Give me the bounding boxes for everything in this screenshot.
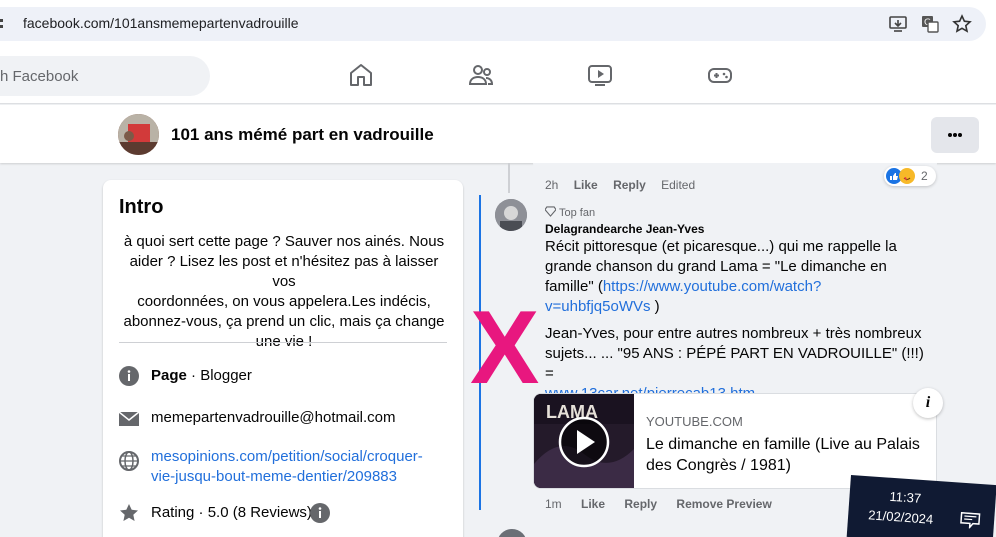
email-text[interactable]: memepartenvadrouille@hotmail.com bbox=[151, 409, 396, 426]
youtube-link[interactable]: v=uhbfjq5oWVs bbox=[545, 298, 650, 315]
comment-line: sujets... ... "95 ANS : PÉPÉ PART EN VAD… bbox=[545, 345, 924, 382]
bio-line: coordonnées, on vous appelera.Les indéci… bbox=[137, 293, 431, 310]
remove-preview-button[interactable]: Remove Preview bbox=[676, 497, 771, 511]
translate-icon[interactable]: G bbox=[920, 14, 940, 34]
diamond-icon bbox=[544, 206, 557, 217]
previous-comment-bubble bbox=[533, 163, 937, 177]
page-title[interactable]: 101 ans mémé part en vadrouille bbox=[171, 125, 434, 145]
intro-divider bbox=[119, 342, 447, 343]
care-reaction-icon bbox=[899, 168, 915, 184]
bio-line: aider ? Lisez les post et n'hésitez pas … bbox=[129, 253, 439, 290]
page-avatar[interactable] bbox=[118, 114, 159, 155]
site-settings-icon[interactable] bbox=[0, 17, 10, 31]
comment-line: Jean-Yves, pour entre autres nombreux + … bbox=[545, 325, 922, 342]
comment-text-paragraph-2: Jean-Yves, pour entre autres nombreux + … bbox=[545, 324, 930, 404]
youtube-link[interactable]: https://www.youtube.com/watch? bbox=[603, 278, 821, 295]
intro-title: Intro bbox=[119, 196, 164, 218]
rating-text: Rating · 5.0 (8 Reviews) bbox=[151, 504, 312, 521]
clock-date: 21/02/2024 bbox=[867, 507, 934, 527]
rating-info-icon[interactable] bbox=[310, 503, 330, 523]
preview-info-button[interactable]: i bbox=[913, 388, 943, 418]
comment-line: famille" ( bbox=[545, 278, 603, 295]
watch-icon[interactable] bbox=[587, 62, 613, 88]
clock-time: 11:37 bbox=[889, 488, 922, 506]
website-link-line: mesopinions.com/petition/social/croquer- bbox=[151, 448, 423, 465]
reply-connector-line bbox=[508, 163, 510, 193]
taskbar-clock[interactable]: 11:37 21/02/2024 bbox=[846, 475, 996, 537]
email-icon bbox=[119, 411, 139, 426]
comment-time[interactable]: 2h bbox=[545, 178, 558, 192]
intro-bio: à quoi sert cette page ? Sauver nos ainé… bbox=[119, 232, 449, 352]
info-icon bbox=[119, 366, 139, 386]
browser-toolbar: facebook.com/101ansmemepartenvadrouille … bbox=[0, 0, 996, 50]
preview-domain: YOUTUBE.COM bbox=[646, 414, 743, 429]
top-fan-badge: Top fan bbox=[544, 206, 596, 219]
facebook-top-nav: h Facebook bbox=[0, 50, 996, 104]
reaction-count: 2 bbox=[921, 169, 928, 183]
friends-icon[interactable] bbox=[468, 62, 494, 88]
bio-line: à quoi sert cette page ? Sauver nos ainé… bbox=[123, 233, 445, 250]
link-preview-card[interactable]: LAMA YOUTUBE.COM Le dimanche en famille … bbox=[533, 393, 937, 489]
category-value: · Blogger bbox=[186, 367, 252, 384]
comment-author[interactable]: Delagrandearche Jean-Yves bbox=[545, 222, 704, 236]
category-page-label: Page bbox=[151, 367, 187, 384]
edited-label: Edited bbox=[661, 178, 696, 192]
comment-line: grande chanson du grand Lama = "Le diman… bbox=[545, 258, 887, 275]
search-placeholder: h Facebook bbox=[0, 68, 79, 85]
comment-line: Récit pittoresque (et picaresque...) qui… bbox=[545, 238, 897, 255]
comment-time[interactable]: 1m bbox=[545, 497, 562, 511]
previous-comment-actions: 2h Like Reply Edited bbox=[545, 178, 695, 192]
install-app-icon[interactable] bbox=[888, 14, 908, 34]
like-button[interactable]: Like bbox=[574, 178, 598, 192]
bio-line: abonnez-vous, ça prend un clic, mais ça … bbox=[123, 313, 445, 330]
video-thumbnail[interactable]: LAMA bbox=[534, 394, 634, 488]
reaction-summary[interactable]: 2 bbox=[884, 166, 936, 186]
comment-bubble: Top fan Delagrandearche Jean-Yves Récit … bbox=[533, 197, 937, 402]
star-icon bbox=[120, 504, 138, 521]
top-fan-label: Top fan bbox=[559, 207, 596, 219]
more-dots-icon bbox=[948, 133, 962, 137]
comment-text-paragraph-1: Récit pittoresque (et picaresque...) qui… bbox=[545, 237, 930, 317]
commenter-avatar[interactable] bbox=[495, 199, 527, 231]
website-link-line: vie-jusqu-bout-meme-dentier/209883 bbox=[151, 468, 397, 485]
website-link[interactable]: mesopinions.com/petition/social/croquer-… bbox=[151, 447, 423, 487]
comment-actions: 1m Like Reply Remove Preview bbox=[545, 497, 772, 511]
globe-icon bbox=[119, 451, 139, 471]
intro-card: Intro à quoi sert cette page ? Sauver no… bbox=[103, 180, 463, 537]
reply-button[interactable]: Reply bbox=[624, 497, 657, 511]
next-commenter-avatar[interactable] bbox=[497, 529, 527, 537]
home-icon[interactable] bbox=[348, 62, 374, 88]
overlay-x-mark: X bbox=[470, 290, 540, 406]
gaming-icon[interactable] bbox=[707, 62, 733, 88]
notification-icon[interactable] bbox=[960, 512, 981, 530]
more-options-button[interactable] bbox=[931, 117, 979, 153]
like-button[interactable]: Like bbox=[581, 497, 605, 511]
bookmark-star-icon[interactable] bbox=[952, 14, 972, 34]
preview-title[interactable]: Le dimanche en famille (Live au Palais d… bbox=[646, 434, 926, 476]
page-header: 101 ans mémé part en vadrouille bbox=[0, 105, 996, 163]
reply-button[interactable]: Reply bbox=[613, 178, 646, 192]
url-text[interactable]: facebook.com/101ansmemepartenvadrouille bbox=[23, 15, 299, 31]
